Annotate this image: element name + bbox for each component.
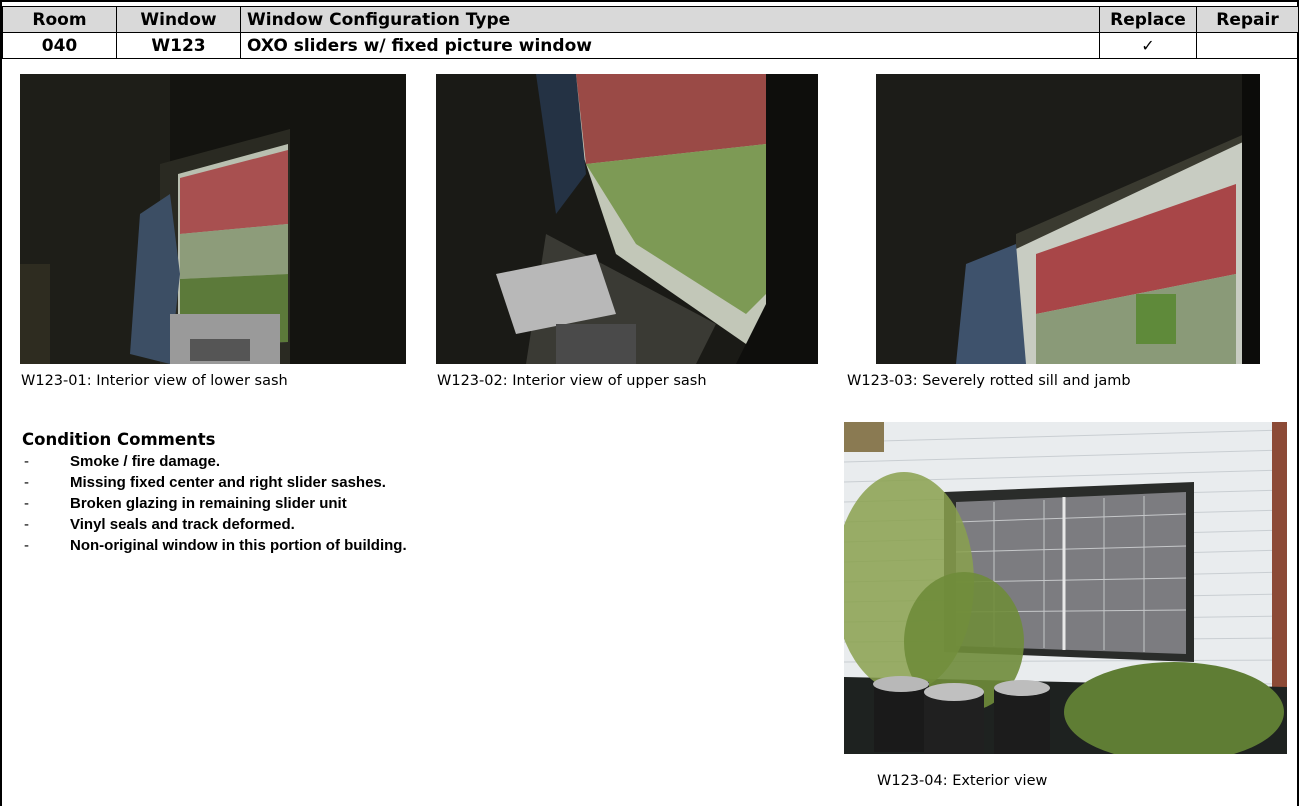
cell-window: W123 [116, 32, 241, 59]
list-item: - Broken glazing in remaining slider unit [24, 495, 347, 512]
cell-room: 040 [2, 32, 117, 59]
list-item: - Smoke / fire damage. [24, 453, 221, 470]
cell-replace-checkmark: ✓ [1099, 32, 1197, 59]
photo-interior-lower-sash [20, 74, 406, 364]
condition-comments-title: Condition Comments [22, 430, 216, 449]
header-window: Window [116, 6, 241, 33]
photo-caption: W123-01: Interior view of lower sash [21, 373, 288, 389]
photo-rotted-sill-jamb [876, 74, 1260, 364]
photo-caption: W123-02: Interior view of upper sash [437, 373, 707, 389]
table-header-row: Room Window Window Configuration Type Re… [2, 6, 1299, 33]
header-replace: Replace [1099, 6, 1197, 33]
list-item: - Vinyl seals and track deformed. [24, 516, 295, 533]
list-item: - Missing fixed center and right slider s… [24, 474, 386, 491]
list-item: - Non-original window in this portion of … [24, 537, 407, 554]
header-room: Room [2, 6, 117, 33]
window-info-table: Room Window Window Configuration Type Re… [2, 6, 1299, 59]
cell-configuration: OXO sliders w/ fixed picture window [240, 32, 1100, 59]
cell-repair [1196, 32, 1299, 59]
photo-caption: W123-03: Severely rotted sill and jamb [847, 373, 1131, 389]
header-configuration: Window Configuration Type [240, 6, 1100, 33]
photo-caption: W123-04: Exterior view [877, 773, 1048, 789]
table-row: 040 W123 OXO sliders w/ fixed picture wi… [2, 32, 1299, 59]
condition-comments-list: - Smoke / fire damage. - Missing fixed cen… [22, 451, 407, 556]
header-repair: Repair [1196, 6, 1299, 33]
photo-interior-upper-sash [436, 74, 818, 364]
photo-exterior-view [844, 422, 1287, 754]
